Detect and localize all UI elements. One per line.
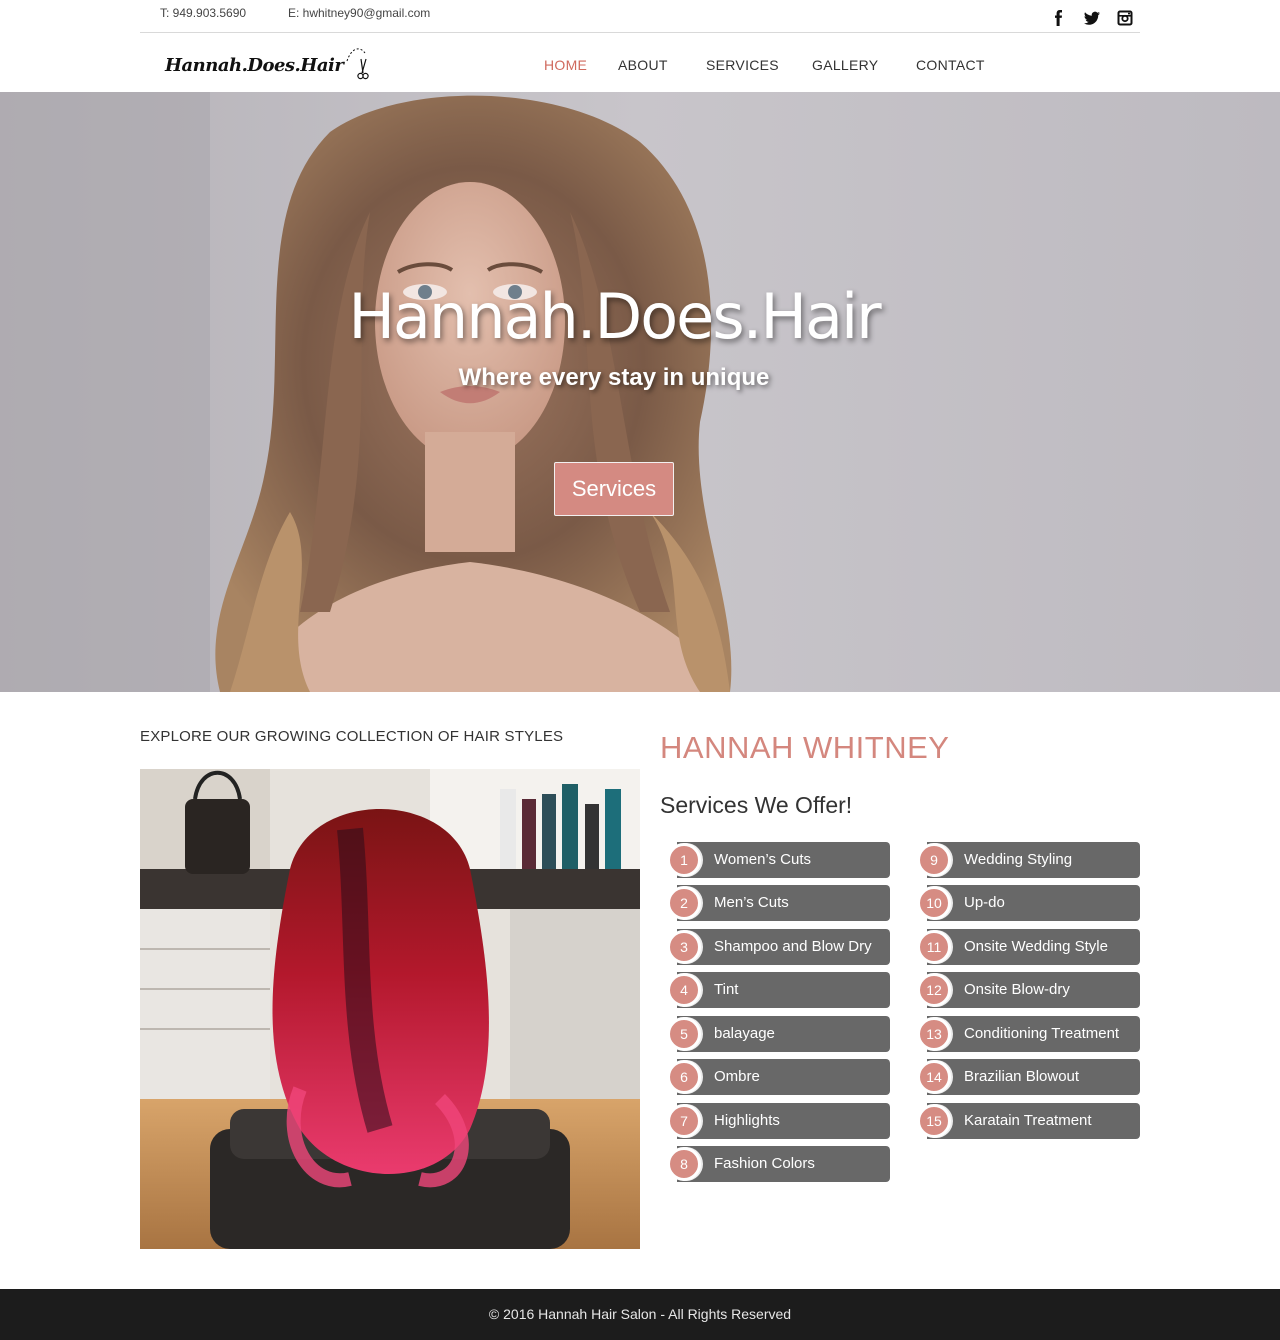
service-label: Shampoo and Blow Dry xyxy=(714,938,872,955)
instagram-icon[interactable] xyxy=(1116,9,1134,27)
main-nav: HOME ABOUT SERVICES GALLERY CONTACT xyxy=(544,57,996,73)
explore-heading: EXPLORE OUR GROWING COLLECTION OF HAIR S… xyxy=(140,728,564,745)
logo-text: Hannah.Does.Hair xyxy=(165,54,344,76)
service-number: 12 xyxy=(917,973,951,1007)
service-number: 8 xyxy=(667,1147,701,1181)
service-number: 11 xyxy=(917,930,951,964)
site-header: Hannah.Does.Hair HOME ABOUT SERVICES GAL… xyxy=(0,33,1280,92)
service-label: Brazilian Blowout xyxy=(964,1068,1080,1085)
facebook-icon[interactable] xyxy=(1050,9,1068,27)
nav-about[interactable]: ABOUT xyxy=(618,57,706,73)
service-label: Men’s Cuts xyxy=(714,894,789,911)
service-number: 15 xyxy=(917,1104,951,1138)
service-label: Ombre xyxy=(714,1068,760,1085)
services-heading: Services We Offer! xyxy=(660,792,853,818)
service-item: 2 Men’s Cuts xyxy=(667,885,890,921)
service-item: 8 Fashion Colors xyxy=(667,1146,890,1182)
service-number: 14 xyxy=(917,1060,951,1094)
service-label: Tint xyxy=(714,981,739,998)
service-item: 9 Wedding Styling xyxy=(917,842,1140,878)
hero-banner: Hannah.Does.Hair Where every stay in uni… xyxy=(0,92,1280,692)
service-item: 14 Brazilian Blowout xyxy=(917,1059,1140,1095)
services-button[interactable]: Services xyxy=(554,462,674,516)
hero-title: Hannah.Does.Hair xyxy=(348,280,881,353)
service-label: balayage xyxy=(714,1025,775,1042)
service-label: Up-do xyxy=(964,894,1005,911)
owner-name: HANNAH WHITNEY xyxy=(660,730,950,765)
service-number: 6 xyxy=(667,1060,701,1094)
copyright-text: © 2016 Hannah Hair Salon - All Rights Re… xyxy=(488,1306,792,1322)
service-label: Onsite Blow-dry xyxy=(964,981,1070,998)
service-number: 2 xyxy=(667,886,701,920)
nav-services[interactable]: SERVICES xyxy=(706,57,812,73)
social-links xyxy=(1050,9,1134,27)
site-logo[interactable]: Hannah.Does.Hair xyxy=(165,47,370,83)
service-number: 13 xyxy=(917,1017,951,1051)
service-label: Wedding Styling xyxy=(964,851,1073,868)
nav-gallery[interactable]: GALLERY xyxy=(812,57,916,73)
email-address[interactable]: E: hwhitney90@gmail.com xyxy=(288,6,430,20)
site-footer: © 2016 Hannah Hair Salon - All Rights Re… xyxy=(0,1289,1280,1340)
nav-home[interactable]: HOME xyxy=(544,57,618,73)
twitter-icon[interactable] xyxy=(1083,9,1101,27)
service-item: 12 Onsite Blow-dry xyxy=(917,972,1140,1008)
service-number: 9 xyxy=(917,843,951,877)
service-label: Karatain Treatment xyxy=(964,1112,1092,1129)
nav-contact[interactable]: CONTACT xyxy=(916,57,996,73)
service-number: 10 xyxy=(917,886,951,920)
service-label: Women’s Cuts xyxy=(714,851,811,868)
service-item: 13 Conditioning Treatment xyxy=(917,1016,1140,1052)
service-number: 5 xyxy=(667,1017,701,1051)
service-item: 6 Ombre xyxy=(667,1059,890,1095)
service-item: 11 Onsite Wedding Style xyxy=(917,929,1140,965)
scissors-icon xyxy=(346,48,370,80)
service-label: Conditioning Treatment xyxy=(964,1025,1120,1042)
service-number: 4 xyxy=(667,973,701,1007)
service-number: 7 xyxy=(667,1104,701,1138)
hero-subtitle: Where every stay in unique xyxy=(458,364,770,391)
service-item: 5 balayage xyxy=(667,1016,890,1052)
service-number: 1 xyxy=(667,843,701,877)
service-item: 1 Women’s Cuts xyxy=(667,842,890,878)
service-item: 15 Karatain Treatment xyxy=(917,1103,1140,1139)
service-label: Onsite Wedding Style xyxy=(964,938,1108,955)
service-number: 3 xyxy=(667,930,701,964)
top-contact-bar: T: 949.903.5690 E: hwhitney90@gmail.com xyxy=(140,0,1140,33)
service-item: 7 Highlights xyxy=(667,1103,890,1139)
service-item: 4 Tint xyxy=(667,972,890,1008)
hair-style-photo[interactable] xyxy=(140,769,640,1249)
service-label: Fashion Colors xyxy=(714,1155,815,1172)
service-item: 10 Up-do xyxy=(917,885,1140,921)
phone-number: T: 949.903.5690 xyxy=(160,6,247,20)
hero-model-image xyxy=(0,92,1280,692)
service-item: 3 Shampoo and Blow Dry xyxy=(667,929,890,965)
service-label: Highlights xyxy=(714,1112,780,1129)
